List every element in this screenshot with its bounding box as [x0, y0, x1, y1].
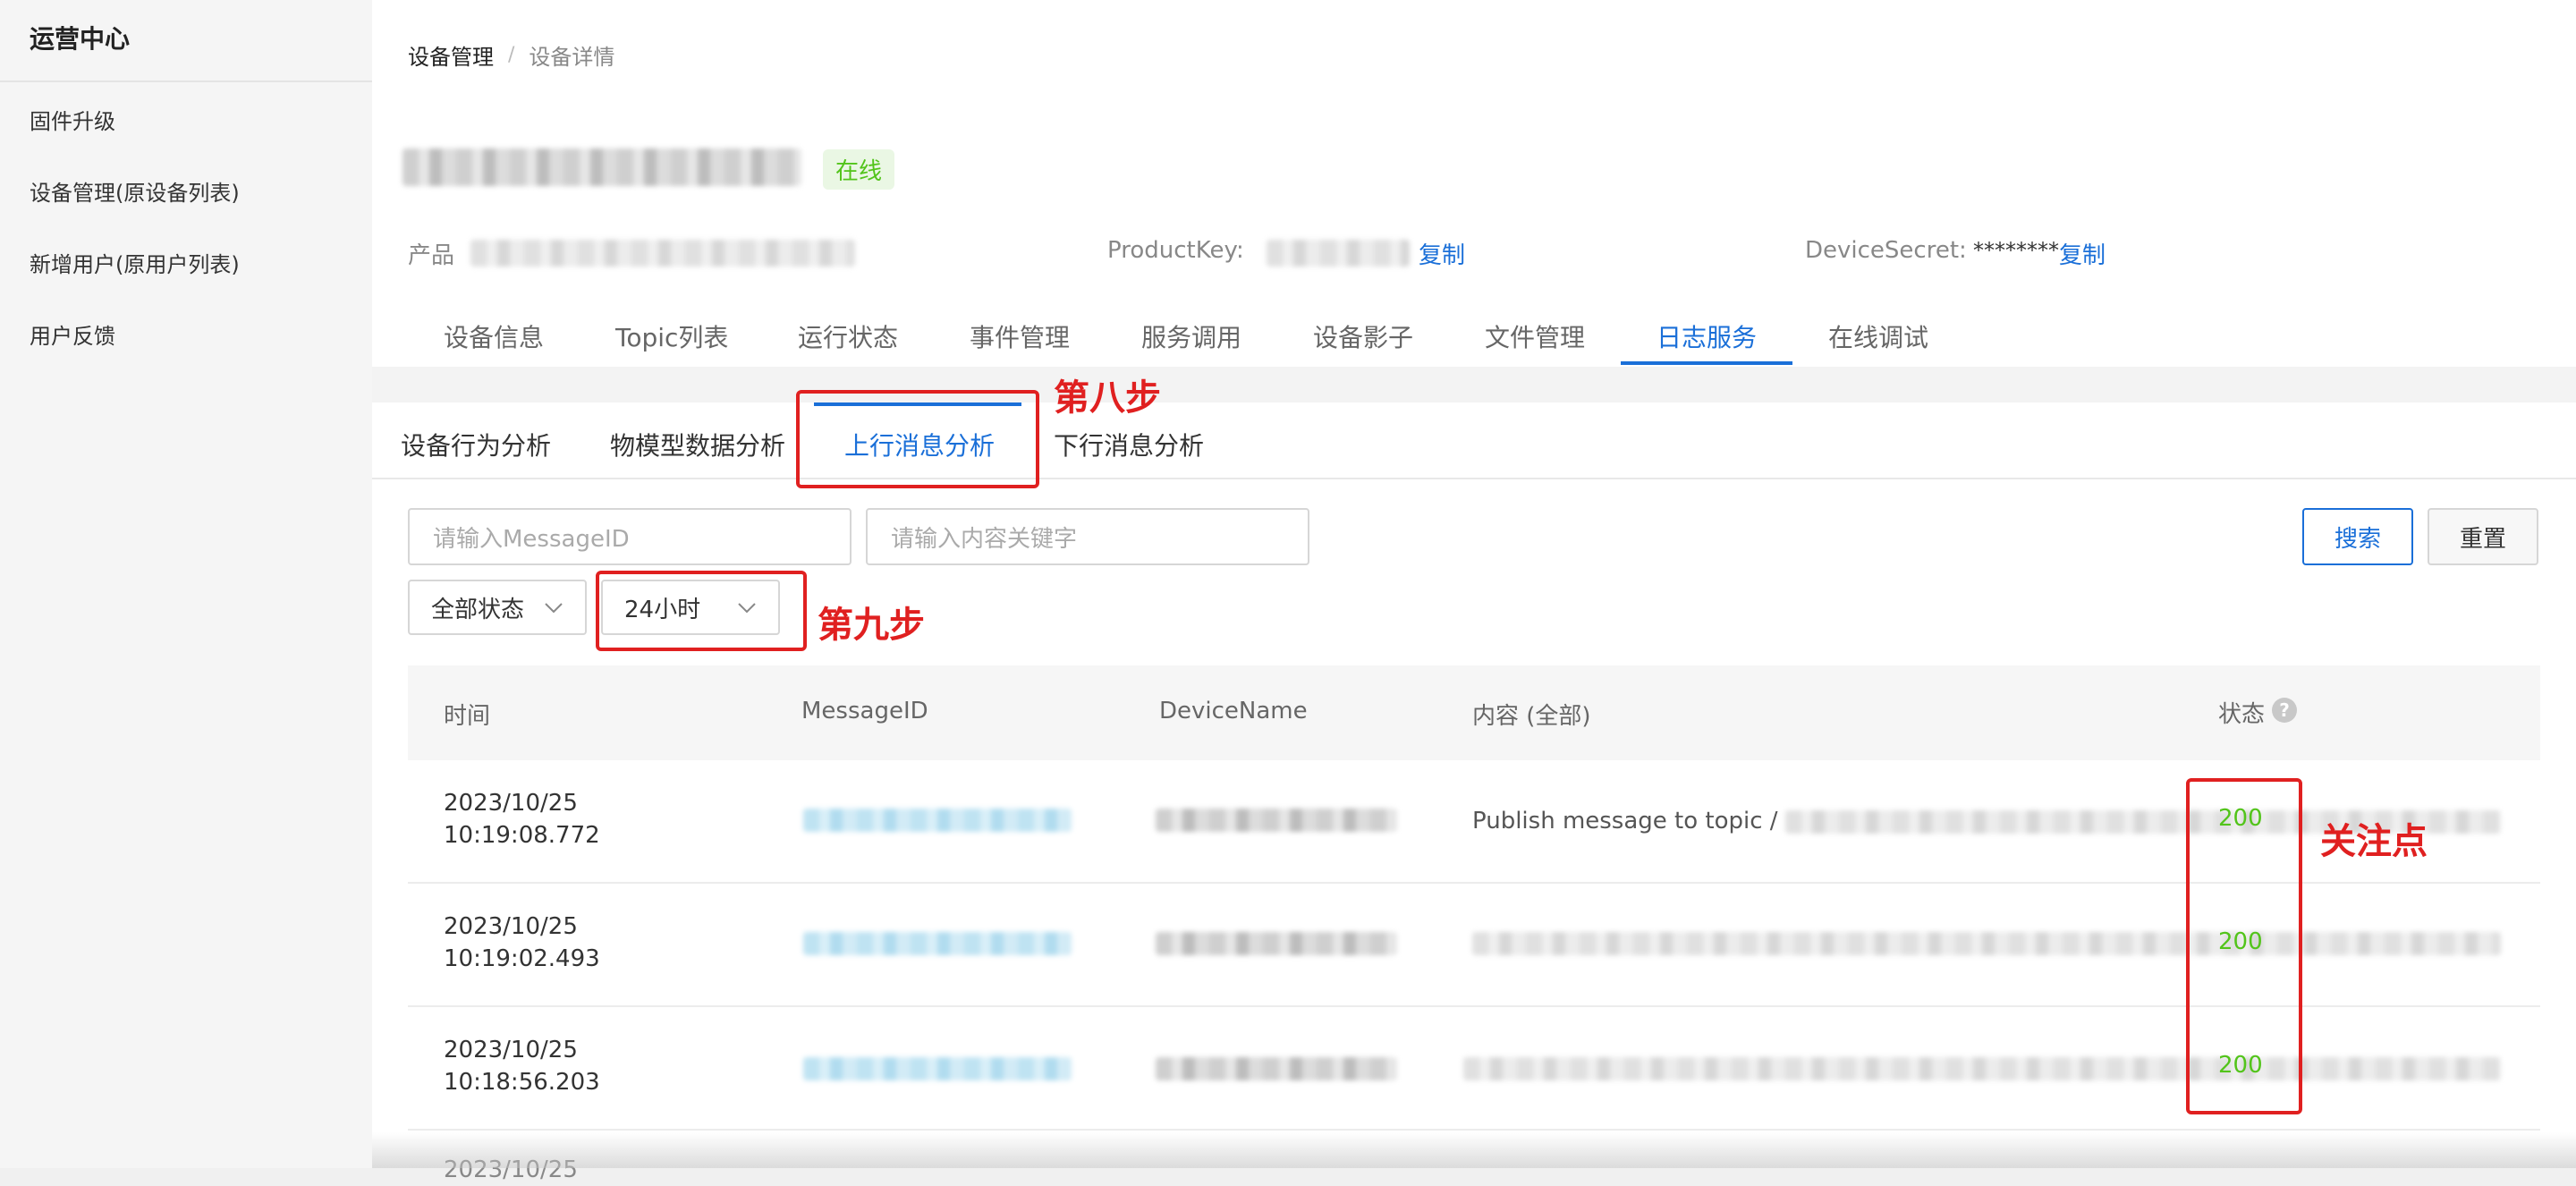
row-divider — [408, 1129, 2540, 1131]
bottom-fade — [372, 1132, 2576, 1168]
row-1-content-prefix: Publish message to topic / — [1472, 808, 1778, 834]
active-tab-indicator — [1621, 361, 1792, 365]
row-1-device-name-redacted — [1156, 809, 1397, 832]
copy-product-key-button[interactable]: 复制 — [1419, 237, 1465, 270]
row-2-timestamp: 10:19:02.493 — [444, 945, 600, 972]
sidebar-item-feedback[interactable]: 用户反馈 — [30, 318, 115, 350]
status-select[interactable]: 全部状态 — [408, 580, 587, 635]
sidebar-item-add-user[interactable]: 新增用户(原用户列表) — [30, 247, 240, 278]
sidebar: 运营中心 固件升级 设备管理(原设备列表) 新增用户(原用户列表) 用户反馈 — [0, 0, 372, 1168]
column-header-message-id: MessageID — [801, 698, 928, 724]
row-3-date: 2023/10/25 — [444, 1037, 578, 1063]
row-3-content-redacted — [1463, 1057, 2501, 1080]
breadcrumb-parent[interactable]: 设备管理 — [408, 39, 494, 71]
breadcrumb-current: 设备详情 — [529, 45, 615, 70]
keyword-input[interactable]: 请输入内容关键字 — [866, 508, 1309, 565]
row-3-device-name-redacted — [1156, 1057, 1397, 1080]
sidebar-divider — [0, 80, 372, 82]
device-name-redacted — [402, 148, 801, 186]
annotation-focus-label: 关注点 — [2320, 821, 2428, 862]
tab-topic-list[interactable]: Topic列表 — [615, 318, 728, 354]
row-1-time: 2023/10/25 10:19:08.772 — [444, 787, 600, 851]
column-header-time: 时间 — [444, 703, 491, 730]
help-icon[interactable]: ? — [2272, 698, 2297, 723]
breadcrumb: 设备管理 / 设备详情 — [408, 39, 614, 71]
product-label: 产品 — [408, 242, 455, 269]
message-id-placeholder: 请输入MessageID — [433, 525, 630, 553]
row-1-timestamp: 10:19:08.772 — [444, 822, 600, 849]
row-2-message-id-redacted[interactable] — [803, 932, 1072, 955]
column-header-device-name: DeviceName — [1159, 698, 1308, 724]
product-key-redacted — [1267, 240, 1410, 267]
annotation-box-step8 — [796, 390, 1039, 488]
tab-log-service[interactable]: 日志服务 — [1657, 318, 1757, 354]
tab-device-info[interactable]: 设备信息 — [444, 318, 544, 354]
subtab-thing-model[interactable]: 物模型数据分析 — [610, 427, 785, 462]
row-2-time: 2023/10/25 10:19:02.493 — [444, 911, 600, 975]
breadcrumb-separator: / — [508, 44, 515, 66]
status-select-value: 全部状态 — [431, 596, 525, 623]
row-3-time: 2023/10/25 10:18:56.203 — [444, 1034, 600, 1098]
column-header-content: 内容 (全部) — [1472, 703, 1591, 730]
sidebar-item-device-management[interactable]: 设备管理(原设备列表) — [30, 175, 240, 207]
copy-device-secret-button[interactable]: 复制 — [2059, 237, 2106, 270]
main-content: 设备管理 / 设备详情 在线 产品 ProductKey: 复制 DeviceS… — [372, 0, 2576, 1183]
tab-device-shadow[interactable]: 设备影子 — [1313, 318, 1413, 354]
device-secret-label: DeviceSecret: — [1805, 237, 1967, 264]
row-3-message-id-redacted[interactable] — [803, 1057, 1072, 1080]
subtab-divider — [372, 478, 2576, 479]
tab-service-call[interactable]: 服务调用 — [1141, 318, 1241, 354]
keyword-placeholder: 请输入内容关键字 — [891, 525, 1078, 553]
row-3-timestamp: 10:18:56.203 — [444, 1069, 600, 1096]
reset-button[interactable]: 重置 — [2428, 508, 2538, 565]
device-secret-value: ******** — [1973, 238, 2059, 263]
row-1-date: 2023/10/25 — [444, 790, 578, 817]
column-header-status: 状态 — [2218, 701, 2266, 728]
tab-online-debug[interactable]: 在线调试 — [1828, 318, 1928, 354]
chevron-down-icon — [544, 594, 564, 621]
status-badge: 在线 — [823, 149, 895, 190]
subtab-device-behavior[interactable]: 设备行为分析 — [401, 427, 551, 462]
subtab-downlink-message[interactable]: 下行消息分析 — [1054, 427, 1204, 462]
product-key-label: ProductKey: — [1107, 237, 1244, 264]
row-2-date: 2023/10/25 — [444, 913, 578, 940]
sidebar-title: 运营中心 — [30, 24, 131, 54]
message-id-input[interactable]: 请输入MessageID — [408, 508, 852, 565]
product-name-redacted — [470, 240, 855, 267]
annotation-box-step9 — [596, 571, 807, 651]
tab-run-status[interactable]: 运行状态 — [798, 318, 898, 354]
annotation-step8-label: 第八步 — [1054, 377, 1161, 419]
sidebar-item-firmware[interactable]: 固件升级 — [30, 104, 115, 135]
row-1-message-id-redacted[interactable] — [803, 809, 1072, 832]
row-2-content-redacted — [1472, 932, 2501, 955]
row-2-device-name-redacted — [1156, 932, 1397, 955]
tab-event-management[interactable]: 事件管理 — [970, 318, 1070, 354]
annotation-step9-label: 第九步 — [818, 605, 925, 646]
search-button[interactable]: 搜索 — [2302, 508, 2413, 565]
section-separator — [372, 367, 2576, 402]
tab-file-management[interactable]: 文件管理 — [1485, 318, 1585, 354]
annotation-box-focus — [2186, 778, 2302, 1114]
